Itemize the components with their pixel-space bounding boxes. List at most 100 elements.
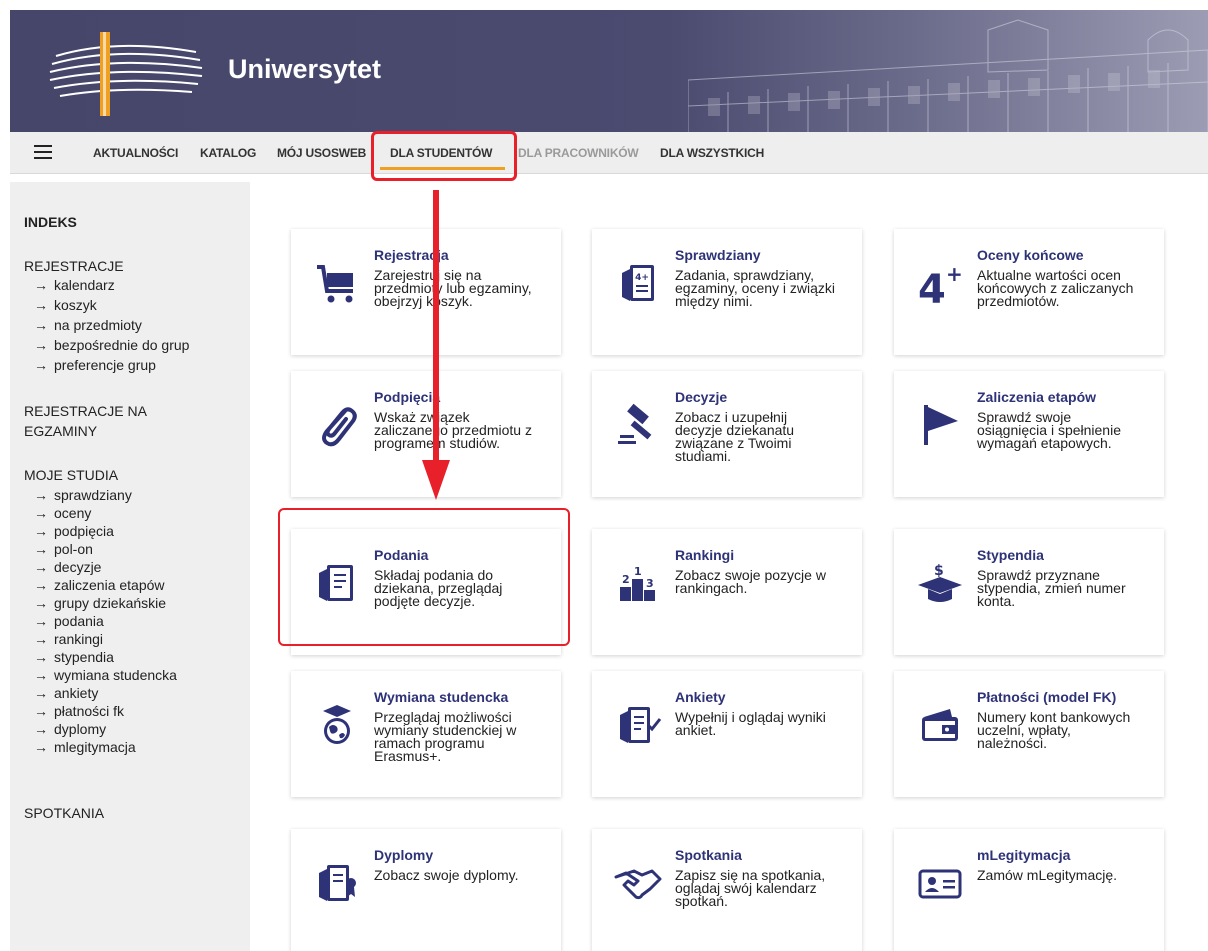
desc-line: obejrzyj koszyk. xyxy=(374,293,473,309)
arrow-right-icon: → xyxy=(34,721,48,737)
card-sprawdziany[interactable]: 4+ Sprawdziany Zadania, sprawdziany, egz… xyxy=(592,229,862,355)
nav-katalog[interactable]: KATALOG xyxy=(200,146,256,160)
sidebar-item-bezposrednie-do-grup[interactable]: → bezpośrednie do grup xyxy=(34,337,189,353)
arrow-right-icon: → xyxy=(34,357,48,373)
sidebar-item-koszyk[interactable]: → koszyk xyxy=(34,297,97,313)
card-title: Decyzje xyxy=(675,389,728,405)
desc-line: konta. xyxy=(977,593,1016,609)
card-description: Przeglądaj możliwości wymiany studenckie… xyxy=(374,710,554,764)
sidebar-heading-rejestracje[interactable]: REJESTRACJE xyxy=(24,258,124,274)
id-card-icon xyxy=(918,869,962,899)
card-description: Zadania, sprawdziany, egzaminy, oceny i … xyxy=(675,268,855,308)
card-title: Wymiana studencka xyxy=(374,689,509,705)
card-zaliczenia-etapow[interactable]: Zaliczenia etapów Sprawdź swoje osiągnię… xyxy=(894,371,1164,497)
sidebar-item-mlegitymacja[interactable]: → mlegitymacja xyxy=(34,739,136,755)
sidebar-item-na-przedmioty[interactable]: → na przedmioty xyxy=(34,317,142,333)
sidebar-heading-indeks[interactable]: INDEKS xyxy=(24,214,77,230)
nav-dla-pracownikow[interactable]: DLA PRACOWNIKÓW xyxy=(518,146,639,160)
card-dyplomy[interactable]: Dyplomy Zobacz swoje dyplomy. xyxy=(291,829,561,951)
rank-3: 3 xyxy=(646,577,654,590)
desc-line: wymagań etapowych. xyxy=(977,435,1112,451)
card-rankingi[interactable]: 2 1 3 Rankingi Zobacz swoje pozycje w ra… xyxy=(592,529,862,655)
sidebar-heading-spotkania[interactable]: SPOTKANIA xyxy=(24,805,104,821)
sidebar-item-label: bezpośrednie do grup xyxy=(54,337,190,353)
sidebar-item-grupy-dziekanskie[interactable]: → grupy dziekańskie xyxy=(34,595,166,611)
arrow-right-icon: → xyxy=(34,595,48,611)
card-stypendia[interactable]: $ Stypendia Sprawdź przyznane stypendia,… xyxy=(894,529,1164,655)
card-decyzje[interactable]: Decyzje Zobacz i uzupełnij decyzje dziek… xyxy=(592,371,862,497)
card-description: Numery kont bankowych uczelni, wpłaty, n… xyxy=(977,710,1157,751)
card-description: Sprawdź swoje osiągnięcia i spełnienie w… xyxy=(977,410,1157,451)
podium-icon: 2 1 3 xyxy=(620,565,655,601)
card-ankiety[interactable]: Ankiety Wypełnij i oglądaj wyniki ankiet… xyxy=(592,671,862,797)
arrow-right-icon: → xyxy=(34,631,48,647)
sidebar-item-label: koszyk xyxy=(54,297,97,313)
desc-line: Erasmus+. xyxy=(374,748,442,764)
card-oceny-koncowe[interactable]: 4 + Oceny końcowe Aktualne wartości ocen… xyxy=(894,229,1164,355)
sidebar-item-label: wymiana studencka xyxy=(54,667,177,683)
card-description: Składaj podania do dziekana, przeglądaj … xyxy=(374,568,554,608)
card-podania[interactable]: Podania Składaj podania do dziekana, prz… xyxy=(291,529,561,655)
rank-1: 1 xyxy=(634,565,642,578)
arrow-right-icon: → xyxy=(34,613,48,629)
card-title: Spotkania xyxy=(675,847,742,863)
scholarship-cap-icon: $ xyxy=(918,563,962,602)
sidebar-item-sprawdziany[interactable]: → sprawdziany xyxy=(34,487,132,503)
sidebar-item-pol-on[interactable]: → pol-on xyxy=(34,541,93,557)
sidebar-item-preferencje-grup[interactable]: → preferencje grup xyxy=(34,357,156,373)
desc-line: programem studiów. xyxy=(374,435,501,451)
sidebar-item-platnosci-fk[interactable]: → płatności fk xyxy=(34,703,124,719)
nav-aktualnosci[interactable]: AKTUALNOŚCI xyxy=(93,146,178,160)
sidebar-item-wymiana-studencka[interactable]: → wymiana studencka xyxy=(34,667,177,683)
arrow-right-icon: → xyxy=(34,685,48,701)
card-description: Sprawdź przyznane stypendia, zmień numer… xyxy=(977,568,1157,609)
card-wymiana-studencka[interactable]: Wymiana studencka Przeglądaj możliwości … xyxy=(291,671,561,797)
sidebar-heading-moje-studia[interactable]: MOJE STUDIA xyxy=(24,467,118,483)
sidebar-item-kalendarz[interactable]: → kalendarz xyxy=(34,277,115,293)
sidebar-item-label: dyplomy xyxy=(54,721,107,737)
sidebar-item-zaliczenia-etapow[interactable]: → zaliczenia etapów xyxy=(34,577,165,593)
flag-icon xyxy=(924,405,958,445)
arrow-right-icon: → xyxy=(34,739,48,755)
card-spotkania[interactable]: Spotkania Zapisz się na spotkania, ogląd… xyxy=(592,829,862,951)
card-podpiecia[interactable]: Podpięcia Wskaż związek zaliczanego prze… xyxy=(291,371,561,497)
arrow-right-icon: → xyxy=(34,487,48,503)
sidebar-item-label: płatności fk xyxy=(54,703,125,719)
desc-line: należności. xyxy=(977,735,1048,751)
sidebar-item-rankingi[interactable]: → rankingi xyxy=(34,631,103,647)
card-title: Podania xyxy=(374,547,429,563)
nav-dla-studentow[interactable]: DLA STUDENTÓW xyxy=(390,146,492,160)
sidebar-item-label: zaliczenia etapów xyxy=(54,577,165,593)
arrow-right-icon: → xyxy=(34,649,48,665)
sidebar-item-podpiecia[interactable]: → podpięcia xyxy=(34,523,114,539)
card-description: Aktualne wartości ocen końcowych z zalic… xyxy=(977,268,1157,308)
grade-plus: + xyxy=(946,262,963,286)
card-mlegitymacja[interactable]: mLegitymacja Zamów mLegitymację. xyxy=(894,829,1164,951)
desc-line: ankiet. xyxy=(675,722,717,738)
university-logo[interactable] xyxy=(46,26,206,118)
sidebar-heading-rejestracje-egz[interactable]: REJESTRACJE NA xyxy=(24,403,147,419)
nav-moj-usosweb[interactable]: MÓJ USOSWEB xyxy=(277,146,366,160)
sidebar-item-label: podania xyxy=(54,613,104,629)
globe-cap-icon xyxy=(323,705,351,744)
sidebar-item-ankiety[interactable]: → ankiety xyxy=(34,685,98,701)
sidebar-item-label: decyzje xyxy=(54,559,102,575)
card-title: Rankingi xyxy=(675,547,735,563)
nav-dla-wszystkich[interactable]: DLA WSZYSTKICH xyxy=(660,146,764,160)
desc-line: studiami. xyxy=(675,448,732,464)
test-sheet-icon: 4+ xyxy=(622,265,654,301)
sidebar-item-oceny[interactable]: → oceny xyxy=(34,505,91,521)
sidebar-item-decyzje[interactable]: → decyzje xyxy=(34,559,101,575)
card-platnosci[interactable]: Płatności (model FK) Numery kont bankowy… xyxy=(894,671,1164,797)
site-title[interactable]: Uniwersytet xyxy=(228,54,381,85)
arrow-right-icon: → xyxy=(34,667,48,683)
card-title: Dyplomy xyxy=(374,847,434,863)
card-rejestracja[interactable]: Rejestracja Zarejestruj się na przedmiot… xyxy=(291,229,561,355)
hamburger-menu-icon[interactable] xyxy=(34,145,52,159)
sidebar-heading-rejestracje-egz-2[interactable]: EGZAMINY xyxy=(24,423,97,439)
sidebar-item-stypendia[interactable]: → stypendia xyxy=(34,649,114,665)
survey-icon xyxy=(620,707,662,743)
header-banner: Uniwersytet xyxy=(10,10,1208,132)
sidebar-item-podania[interactable]: → podania xyxy=(34,613,104,629)
sidebar-item-dyplomy[interactable]: → dyplomy xyxy=(34,721,106,737)
